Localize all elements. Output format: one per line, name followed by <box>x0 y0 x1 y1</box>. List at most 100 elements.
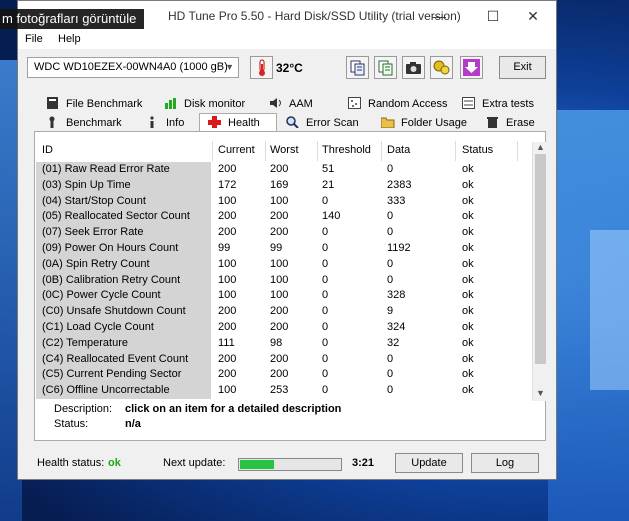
tab-disk-monitor[interactable]: Disk monitor <box>164 95 245 113</box>
data-value: 0 <box>387 257 394 270</box>
table-row[interactable]: (C4) Reallocated Event Count 200 200 0 0 ok <box>36 351 547 368</box>
table-row[interactable]: (0C) Power Cycle Count 100 100 0 328 ok <box>36 288 547 305</box>
worst-value: 99 <box>270 242 283 254</box>
column-header-current[interactable]: Current <box>218 144 255 156</box>
threshold-value: 0 <box>322 289 329 302</box>
exit-button[interactable]: Exit <box>499 56 546 79</box>
status-value: ok <box>462 321 474 333</box>
table-row[interactable]: (07) Seek Error Rate 200 200 0 0 ok <box>36 225 547 242</box>
minimize-button[interactable]: — <box>416 1 462 31</box>
worst-value: 200 <box>270 321 289 333</box>
tab-aam[interactable]: AAM <box>269 95 313 113</box>
scroll-up-icon[interactable]: ▲ <box>536 142 545 152</box>
column-header-id[interactable]: ID <box>42 144 53 156</box>
worst-value: 98 <box>270 336 283 349</box>
data-value: 1192 <box>387 242 411 254</box>
status-value: ok <box>462 163 474 175</box>
health-cross-icon <box>208 116 221 128</box>
current-value: 200 <box>218 321 237 333</box>
table-row[interactable]: (05) Reallocated Sector Count 200 200 140 0 o… <box>36 209 547 226</box>
status-value: ok <box>462 210 474 223</box>
status-value: ok <box>462 336 474 349</box>
data-value: 333 <box>387 194 406 207</box>
table-row[interactable]: (09) Power On Hours Count 99 99 0 1192 ok <box>36 241 547 257</box>
wallpaper-light-pane <box>590 230 629 390</box>
tab-random-access[interactable]: Random Access <box>348 95 447 113</box>
smart-table[interactable]: ID Current Worst Threshold Data Status (… <box>36 137 548 401</box>
attribute-id: (03) Spin Up Time <box>42 178 131 191</box>
current-value: 200 <box>218 352 237 365</box>
attribute-id: (0C) Power Cycle Count <box>42 289 161 302</box>
menu-file[interactable]: File <box>25 33 43 45</box>
vertical-scrollbar[interactable]: ▲ ▼ <box>532 142 548 401</box>
table-row[interactable]: (C5) Current Pending Sector 200 200 0 0 ok <box>36 367 547 384</box>
current-value: 100 <box>218 257 237 270</box>
column-divider <box>265 141 266 161</box>
threshold-value: 140 <box>322 210 341 223</box>
table-row[interactable]: (03) Spin Up Time 172 169 21 2383 ok <box>36 177 547 194</box>
threshold-value: 0 <box>322 352 329 365</box>
current-value: 99 <box>218 242 231 254</box>
current-value: 200 <box>218 163 237 175</box>
screenshot-button[interactable] <box>402 56 425 79</box>
thermometer-button[interactable] <box>250 56 273 79</box>
data-value: 0 <box>387 384 394 397</box>
status-value: ok <box>462 273 474 286</box>
tab-erase[interactable]: Erase <box>486 114 535 132</box>
column-header-data[interactable]: Data <box>387 144 410 156</box>
status-value: ok <box>462 305 474 318</box>
status-value: ok <box>462 384 474 397</box>
current-value: 172 <box>218 178 237 191</box>
column-divider <box>381 141 382 161</box>
tab-folder-usage[interactable]: Folder Usage <box>381 114 467 132</box>
info-icon <box>150 116 154 128</box>
status-value: n/a <box>125 418 141 430</box>
copy-text-button[interactable] <box>346 56 369 79</box>
attribute-id: (05) Reallocated Sector Count <box>42 210 190 223</box>
tab-error-scan[interactable]: Error Scan <box>286 114 359 132</box>
options-button[interactable] <box>430 56 453 79</box>
attribute-id: (C1) Load Cycle Count <box>42 321 154 333</box>
status-value: ok <box>462 194 474 207</box>
attribute-id: (01) Raw Read Error Rate <box>42 163 170 175</box>
table-row[interactable]: (C6) Offline Uncorrectable 100 253 0 0 ok <box>36 383 547 400</box>
description-text: click on an item for a detailed descript… <box>125 403 342 415</box>
scrollbar-thumb[interactable] <box>535 154 546 364</box>
data-value: 0 <box>387 352 394 365</box>
log-button[interactable]: Log <box>471 453 539 473</box>
worst-value: 200 <box>270 163 289 175</box>
table-row[interactable]: (01) Raw Read Error Rate 200 200 51 0 ok <box>36 162 547 178</box>
threshold-value: 0 <box>322 257 329 270</box>
extra-tests-icon <box>462 97 475 109</box>
health-status-value: ok <box>108 457 121 469</box>
close-button[interactable]: ✕ <box>510 1 556 31</box>
tab-benchmark[interactable]: Benchmark <box>46 114 122 132</box>
current-value: 100 <box>218 273 237 286</box>
worst-value: 200 <box>270 226 289 239</box>
drive-select[interactable]: WDC WD10EZEX-00WN4A0 (1000 gB) ▼ <box>27 57 239 78</box>
update-button[interactable]: Update <box>395 453 463 473</box>
table-row[interactable]: (0B) Calibration Retry Count 100 100 0 0 ok <box>36 272 547 289</box>
table-row[interactable]: (C0) Unsafe Shutdown Count 200 200 0 9 ok <box>36 304 547 321</box>
table-row[interactable]: (0A) Spin Retry Count 100 100 0 0 ok <box>36 256 547 273</box>
tab-extra-tests[interactable]: Extra tests <box>462 95 534 113</box>
threshold-value: 0 <box>322 194 329 207</box>
speaker-icon <box>270 98 281 108</box>
copy-info-button[interactable] <box>374 56 397 79</box>
scroll-down-icon[interactable]: ▼ <box>536 388 545 398</box>
save-button[interactable] <box>460 56 483 79</box>
column-header-status[interactable]: Status <box>462 144 493 156</box>
column-header-worst[interactable]: Worst <box>270 144 299 156</box>
table-row[interactable]: (C1) Load Cycle Count 200 200 0 324 ok <box>36 320 547 336</box>
status-value: ok <box>462 257 474 270</box>
status-value: ok <box>462 368 474 381</box>
column-header-threshold[interactable]: Threshold <box>322 144 371 156</box>
menu-help[interactable]: Help <box>58 33 81 45</box>
tab-info[interactable]: Info <box>146 114 184 132</box>
table-row[interactable]: (04) Start/Stop Count 100 100 0 333 ok <box>36 193 547 210</box>
table-row[interactable]: (C2) Temperature 111 98 0 32 ok <box>36 335 547 352</box>
data-value: 2383 <box>387 178 412 191</box>
status-value: ok <box>462 289 474 302</box>
tab-file-benchmark[interactable]: File Benchmark <box>46 95 142 113</box>
download-arrow-icon <box>463 59 480 76</box>
